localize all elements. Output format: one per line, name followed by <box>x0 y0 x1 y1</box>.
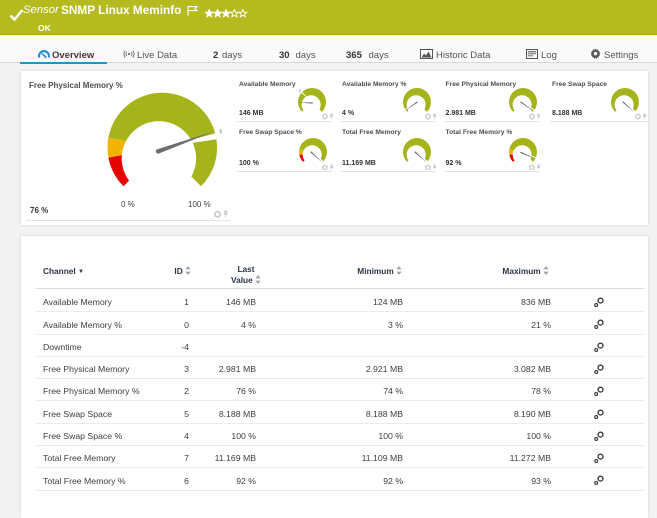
svg-text:x̄: x̄ <box>219 128 223 135</box>
